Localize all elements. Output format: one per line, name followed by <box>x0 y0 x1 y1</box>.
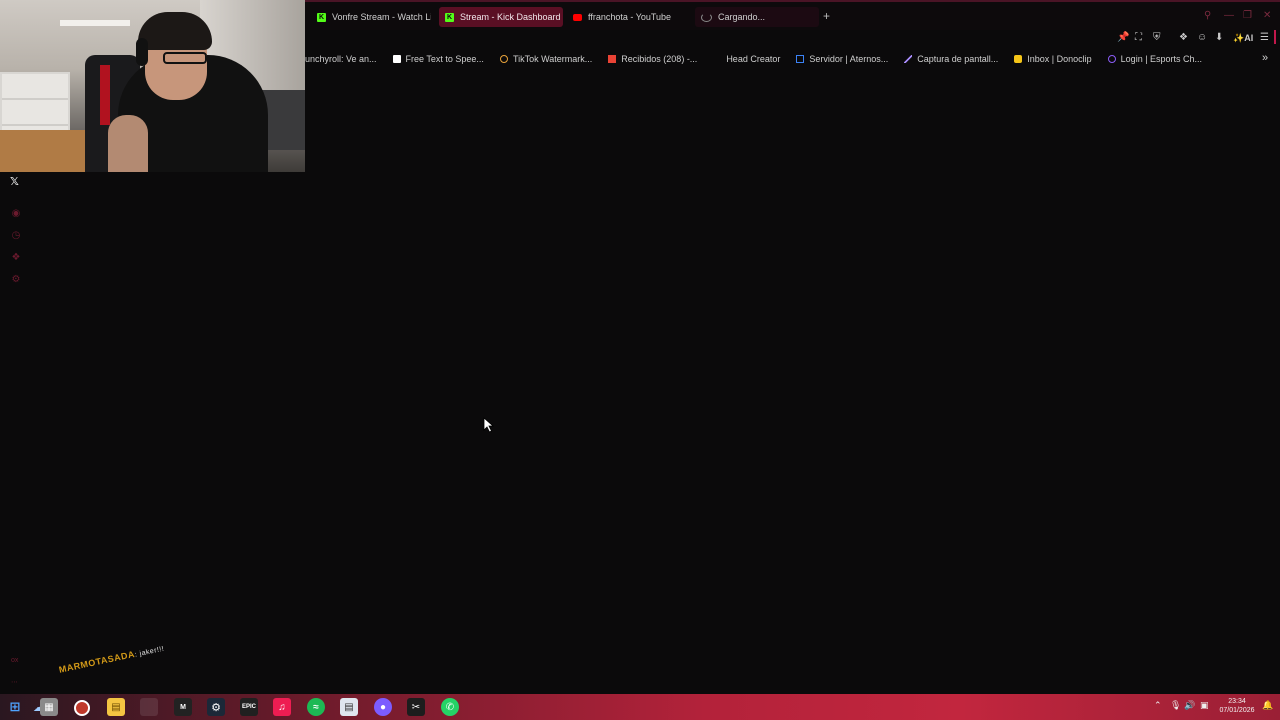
pin-icon[interactable]: 📌 <box>1117 32 1129 44</box>
aternos-icon <box>796 55 805 63</box>
screen: K Vonfre Stream - Watch Li K Stream - Ki… <box>0 0 1280 720</box>
bookmark-crunchyroll[interactable]: unchyroll: Ve an... <box>305 54 377 64</box>
tiktok-watermark-icon <box>499 55 508 63</box>
restore-icon[interactable]: ❐ <box>1243 10 1252 22</box>
head-creator-icon <box>713 55 721 63</box>
minimize-icon[interactable]: — <box>1224 10 1234 22</box>
profile-icon[interactable]: ☺ <box>1197 32 1207 44</box>
chat-message: : jaker!!! <box>134 645 165 659</box>
shield-icon[interactable]: ⛨ <box>1153 32 1161 44</box>
store-icon[interactable]: ▦ <box>40 698 58 716</box>
download-icon[interactable]: ⬇ <box>1215 32 1223 44</box>
microphone-icon[interactable]: 🎙 <box>1170 699 1181 711</box>
volume-icon[interactable]: 🔊 <box>1184 699 1195 711</box>
chat-overlay-message: MARMOTASADA: jaker!!! <box>58 643 165 675</box>
notification-bell-icon[interactable]: 🔔 <box>1262 699 1273 711</box>
browser-toolbar: 📌 ⛶ ⛨ ❖ ☺ ⬇ ✨AI ☰ <box>305 30 1280 48</box>
close-icon[interactable]: ✕ <box>1263 10 1271 22</box>
file-explorer-icon[interactable]: ▤ <box>107 698 125 716</box>
x-logo-icon[interactable]: 𝕏 <box>10 175 19 188</box>
clock-time: 23:34 <box>1228 698 1246 705</box>
mixer-app-icon[interactable]: M <box>174 698 192 716</box>
bookmark-captura[interactable]: Captura de pantall... <box>904 54 998 64</box>
clock-date: 07/01/2026 <box>1219 707 1255 714</box>
chevron-double-right-icon[interactable]: » <box>1262 52 1268 64</box>
screenshot-icon[interactable]: ⛶ <box>1135 32 1142 44</box>
opera-gx-icon[interactable] <box>74 700 90 716</box>
pen-icon <box>904 55 913 63</box>
menu-icon[interactable]: ☰ <box>1260 32 1269 44</box>
spotify-icon[interactable]: ≈ <box>307 698 325 716</box>
bookmark-aternos[interactable]: Servidor | Aternos... <box>796 54 888 64</box>
tab-vonfre-stream[interactable]: K Vonfre Stream - Watch Li <box>311 7 431 27</box>
bookmarks-bar: unchyroll: Ve an... Free Text to Spee...… <box>305 50 1280 68</box>
kick-icon: K <box>317 12 326 22</box>
windows-start-icon[interactable]: ⊞ <box>6 698 24 716</box>
webcam-overlay <box>0 0 305 172</box>
sidebar-bottom-label: ox <box>11 657 19 664</box>
loading-spinner-icon <box>701 12 712 22</box>
bookmark-head-creator[interactable]: Head Creator <box>713 54 780 64</box>
taskbar-app-icon[interactable] <box>140 698 158 716</box>
ai-button[interactable]: ✨AI <box>1233 32 1253 44</box>
bookmark-esports[interactable]: Login | Esports Ch... <box>1107 54 1202 64</box>
network-icon[interactable]: ▣ <box>1200 699 1209 711</box>
tab-youtube[interactable]: ffranchota - YouTube <box>567 7 687 27</box>
play-circle-icon[interactable]: ◉ <box>10 208 22 220</box>
tab-kick-dashboard[interactable]: K Stream - Kick Dashboard <box>439 7 563 27</box>
extensions-icon[interactable]: ❖ <box>1179 32 1188 44</box>
chat-app-icon[interactable]: ● <box>374 698 392 716</box>
whatsapp-icon[interactable]: ✆ <box>441 698 459 716</box>
bookmark-free-text-to-speech[interactable]: Free Text to Spee... <box>392 54 484 64</box>
steam-icon[interactable]: ⚙ <box>207 698 225 716</box>
more-dots-icon[interactable]: ⋯ <box>11 678 18 686</box>
donoclip-icon <box>1014 55 1023 63</box>
chevron-up-icon[interactable]: ⌃ <box>1154 699 1162 711</box>
epic-games-icon[interactable]: EPIC <box>240 698 258 716</box>
new-tab-icon[interactable]: + <box>823 10 830 22</box>
mouse-cursor-icon <box>483 417 495 433</box>
kick-icon: K <box>445 12 454 22</box>
search-icon[interactable]: ⚲ <box>1204 10 1211 22</box>
tts-icon <box>392 55 401 63</box>
tab-label: Stream - Kick Dashboard <box>460 12 561 22</box>
tiktok-icon[interactable]: ♫ <box>273 698 291 716</box>
bookmark-gmail[interactable]: Recibidos (208) -... <box>608 54 697 64</box>
capcut-icon[interactable]: ✂ <box>407 698 425 716</box>
esports-icon <box>1107 55 1116 63</box>
taskbar-clock[interactable]: 23:34 07/01/2026 <box>1216 697 1258 715</box>
tab-label: Cargando... <box>718 12 766 22</box>
bookmark-donoclip[interactable]: Inbox | Donoclip <box>1014 54 1092 64</box>
taskbar: ⊞ ☁ ▦ ▤ M ⚙ EPIC ♫ ≈ ▤ ● ✂ ✆ ⌃ 🎙 🔊 ▣ 🔔 <box>0 694 1280 720</box>
settings-gear-icon[interactable]: ⚙ <box>10 274 22 286</box>
puzzle-icon[interactable]: ❖ <box>10 252 22 264</box>
tab-label: Vonfre Stream - Watch Li <box>332 12 431 22</box>
gmail-icon <box>608 55 617 63</box>
clock-icon[interactable]: ◷ <box>10 230 22 242</box>
tab-loading[interactable]: Cargando... <box>695 7 819 27</box>
tab-label: ffranchota - YouTube <box>588 12 672 22</box>
accent-bar <box>1274 30 1276 44</box>
headset <box>136 38 148 66</box>
bookmark-tiktok-watermark[interactable]: TikTok Watermark... <box>499 54 592 64</box>
chat-username: MARMOTASADA <box>58 648 136 675</box>
notepad-icon[interactable]: ▤ <box>340 698 358 716</box>
youtube-icon <box>573 13 582 21</box>
